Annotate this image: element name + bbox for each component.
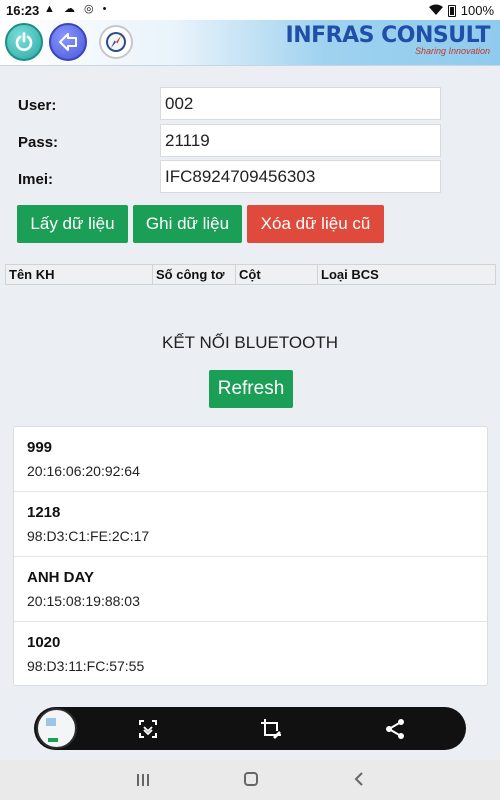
column-header-pole: Cột: [239, 267, 261, 282]
app-header: INFRAS CONSULT Sharing Innovation: [0, 20, 500, 66]
battery-percent: 100%: [460, 3, 494, 18]
device-list-item[interactable]: 1020 98:D3:11:FC:57:55: [14, 622, 487, 685]
column-header-meter: Số công tơ: [156, 267, 225, 282]
status-time: 16:23: [6, 3, 40, 18]
column-header-customer: Tên KH: [9, 267, 55, 282]
status-bar: 16:23 ▲ ☁ ◎ • 100%: [0, 0, 500, 20]
imei-field[interactable]: IFC8924709456303: [160, 160, 441, 193]
battery-icon: [447, 4, 456, 17]
power-icon: [15, 32, 33, 51]
wifi-icon: [428, 4, 443, 18]
refresh-button[interactable]: Refresh: [209, 370, 293, 408]
device-name: 1020: [27, 634, 61, 651]
user-label: User:: [18, 97, 57, 114]
system-back-icon[interactable]: [353, 771, 365, 787]
status-right: 100%: [428, 3, 494, 18]
delete-old-data-button[interactable]: Xóa dữ liệu cũ: [247, 205, 384, 243]
bluetooth-section-title: KẾT NỐI BLUETOOTH: [161, 333, 339, 352]
thumbnail-detail: [48, 738, 58, 742]
data-table-header: Tên KH Số công tơ Cột Loại BCS: [5, 264, 496, 285]
device-name: 999: [27, 439, 53, 456]
home-icon[interactable]: [244, 772, 258, 786]
notification-icons: ▲ ☁ ◎ •: [44, 3, 110, 15]
system-navigation-bar: [0, 760, 500, 800]
user-field[interactable]: 002: [160, 87, 441, 120]
bluetooth-device-list: 999 20:16:06:20:92:64 1218 98:D3:C1:FE:2…: [13, 426, 488, 686]
recent-apps-icon[interactable]: [136, 773, 150, 787]
brand-name: INFRAS CONSULT: [285, 23, 491, 48]
device-list-item[interactable]: 999 20:16:06:20:92:64: [14, 427, 487, 492]
column-divider: [152, 265, 153, 284]
device-mac-address: 20:15:08:19:88:03: [27, 593, 140, 609]
pass-label: Pass:: [18, 134, 59, 151]
column-header-bcs-type: Loại BCS: [321, 267, 379, 282]
device-mac-address: 98:D3:C1:FE:2C:17: [27, 528, 150, 544]
crop-edit-icon[interactable]: [259, 717, 283, 741]
power-button[interactable]: [5, 23, 43, 61]
device-name: 1218: [27, 504, 61, 521]
back-arrow-icon: [59, 33, 77, 51]
device-list-item[interactable]: ANH DAY 20:15:08:19:88:03: [14, 557, 487, 622]
column-divider: [235, 265, 236, 284]
scroll-capture-icon[interactable]: [136, 717, 160, 741]
device-mac-address: 98:D3:11:FC:57:55: [27, 658, 145, 674]
thumbnail-detail: [46, 718, 56, 726]
imei-label: Imei:: [18, 171, 54, 188]
screenshot-thumbnail[interactable]: [36, 708, 77, 749]
compass-icon: [106, 32, 126, 52]
get-data-button[interactable]: Lấy dữ liệu: [17, 205, 128, 243]
device-list-item[interactable]: 1218 98:D3:C1:FE:2C:17: [14, 492, 487, 557]
screenshot-toolbar: [34, 707, 466, 750]
share-icon[interactable]: [383, 717, 407, 741]
brand-logo: INFRAS CONSULT Sharing Innovation: [285, 23, 491, 56]
device-name: ANH DAY: [27, 569, 94, 586]
column-divider: [317, 265, 318, 284]
write-data-button[interactable]: Ghi dữ liệu: [133, 205, 242, 243]
device-mac-address: 20:16:06:20:92:64: [27, 463, 140, 479]
back-button[interactable]: [49, 23, 87, 61]
compass-button[interactable]: [99, 25, 133, 59]
pass-field[interactable]: 21119: [160, 124, 441, 157]
